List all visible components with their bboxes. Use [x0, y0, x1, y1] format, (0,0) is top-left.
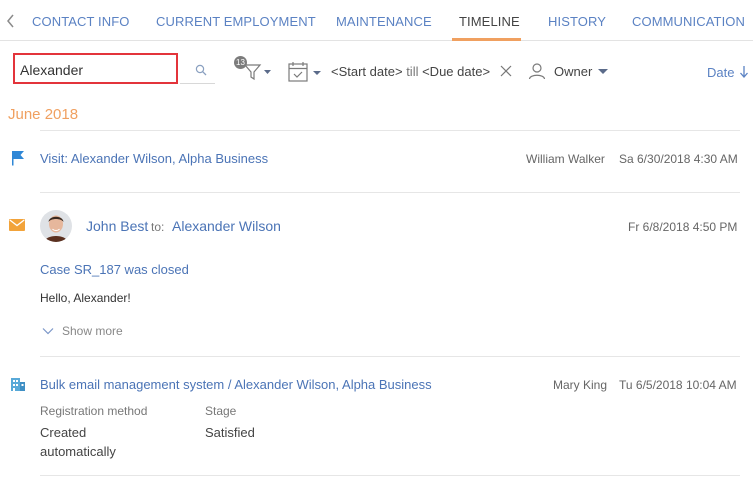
- tab-bar: CONTACT INFO CURRENT EMPLOYMENT MAINTENA…: [0, 0, 753, 41]
- item-datetime: Fr 6/8/2018 4:50 PM: [628, 220, 738, 234]
- field-value-registration-method: Created automatically: [40, 425, 116, 459]
- show-more-link[interactable]: Show more: [62, 324, 123, 338]
- email-recipient-link[interactable]: Alexander Wilson: [172, 218, 281, 234]
- owner-icon: [528, 63, 546, 80]
- email-to-label: to:: [151, 220, 165, 234]
- tab-maintenance[interactable]: MAINTENANCE: [336, 14, 432, 29]
- divider: [40, 356, 740, 357]
- calendar-icon[interactable]: [288, 61, 324, 83]
- chevron-down-icon[interactable]: [598, 69, 608, 75]
- tab-current-employment[interactable]: CURRENT EMPLOYMENT: [156, 14, 316, 29]
- till-label: till: [406, 64, 419, 79]
- divider: [40, 475, 740, 476]
- search-input[interactable]: [20, 61, 170, 79]
- due-date-label[interactable]: <Due date>: [422, 64, 490, 79]
- bulk-email-title-link[interactable]: Bulk email management system / Alexander…: [40, 377, 432, 392]
- search-icon[interactable]: [195, 64, 207, 76]
- filter-count-badge: 13: [234, 56, 247, 69]
- tab-contact-info[interactable]: CONTACT INFO: [32, 14, 130, 29]
- search-underline: [180, 83, 215, 84]
- owner-filter[interactable]: Owner: [554, 64, 592, 79]
- tab-communication[interactable]: COMMUNICATION: [632, 14, 745, 29]
- divider: [40, 192, 740, 193]
- divider: [40, 130, 740, 131]
- flag-icon: [12, 151, 24, 166]
- field-label-stage: Stage: [205, 404, 237, 418]
- clear-dates-icon[interactable]: [500, 65, 512, 77]
- email-sender-link[interactable]: John Best: [86, 218, 148, 234]
- date-range[interactable]: <Start date> till <Due date>: [331, 64, 490, 79]
- item-datetime: Sa 6/30/2018 4:30 AM: [619, 152, 738, 166]
- item-owner: William Walker: [526, 152, 605, 166]
- email-subject-link[interactable]: Case SR_187 was closed: [40, 262, 189, 277]
- group-title: June 2018: [8, 106, 79, 123]
- field-value-stage: Satisfied: [205, 425, 255, 440]
- mail-icon: [9, 219, 25, 231]
- item-datetime: Tu 6/5/2018 10:04 AM: [619, 378, 737, 392]
- visit-title-link[interactable]: Visit: Alexander Wilson, Alpha Business: [40, 151, 268, 166]
- tab-history[interactable]: HISTORY: [548, 14, 606, 29]
- sort-date-button[interactable]: Date: [707, 65, 734, 80]
- avatar[interactable]: [40, 210, 72, 242]
- start-date-label[interactable]: <Start date>: [331, 64, 403, 79]
- chevron-left-icon[interactable]: [5, 13, 17, 29]
- bulk-email-icon: [11, 378, 25, 391]
- chevron-down-icon[interactable]: [42, 327, 54, 335]
- field-label-registration-method: Registration method: [40, 404, 148, 418]
- email-body: Hello, Alexander!: [40, 291, 131, 305]
- item-owner: Mary King: [553, 378, 608, 392]
- arrow-down-icon[interactable]: [739, 65, 749, 78]
- active-tab-indicator: [452, 38, 521, 41]
- tab-timeline[interactable]: TIMELINE: [459, 14, 520, 29]
